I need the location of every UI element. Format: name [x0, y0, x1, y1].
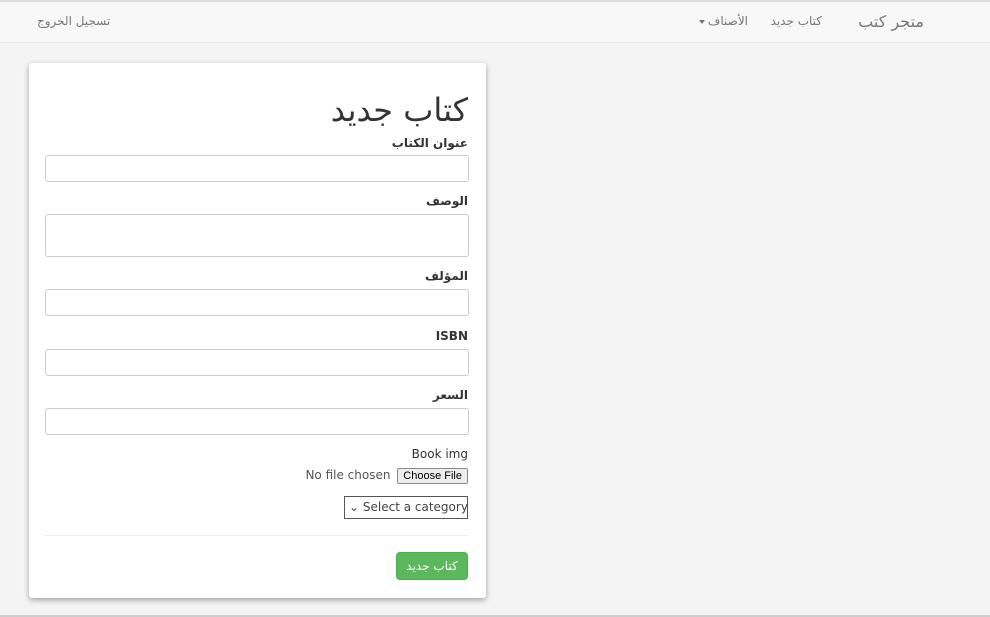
author-input[interactable] [45, 289, 469, 316]
label-description: الوصف [425, 194, 468, 208]
file-status: No file chosen [305, 468, 391, 482]
label-image: Book img [411, 447, 468, 461]
file-input[interactable]: No file chosen Choose File [305, 468, 468, 484]
price-input[interactable] [45, 408, 469, 435]
category-select[interactable]: ⌄ Select a category [344, 496, 468, 519]
divider [45, 535, 468, 536]
nav-new-book[interactable]: كتاب جديد [771, 14, 822, 28]
choose-file-button[interactable]: Choose File [397, 468, 468, 484]
brand-link[interactable]: متجر كتب [858, 12, 924, 31]
nav-logout[interactable]: تسجيل الخروج [37, 14, 110, 28]
isbn-input[interactable] [45, 349, 469, 376]
description-textarea[interactable] [45, 214, 469, 257]
nav-categories-dropdown[interactable]: الأصناف [698, 14, 748, 28]
navbar: متجر كتب كتاب جديد الأصناف تسجيل الخروج [0, 2, 990, 43]
page-title: كتاب جديد [330, 91, 468, 129]
chevron-down-icon: ⌄ [349, 500, 360, 514]
submit-button[interactable]: كتاب جديد [396, 552, 468, 580]
label-author: المؤلف [425, 269, 468, 283]
caret-down-icon [698, 19, 705, 24]
label-price: السعر [432, 388, 468, 402]
new-book-form: كتاب جديد عنوان الكتاب الوصف المؤلف ISBN… [29, 63, 486, 598]
label-isbn: ISBN [435, 329, 468, 343]
book-title-input[interactable] [45, 155, 469, 182]
label-book-title: عنوان الكتاب [391, 136, 468, 150]
categories-label: الأصناف [707, 14, 748, 28]
category-placeholder: Select a category [362, 500, 468, 514]
